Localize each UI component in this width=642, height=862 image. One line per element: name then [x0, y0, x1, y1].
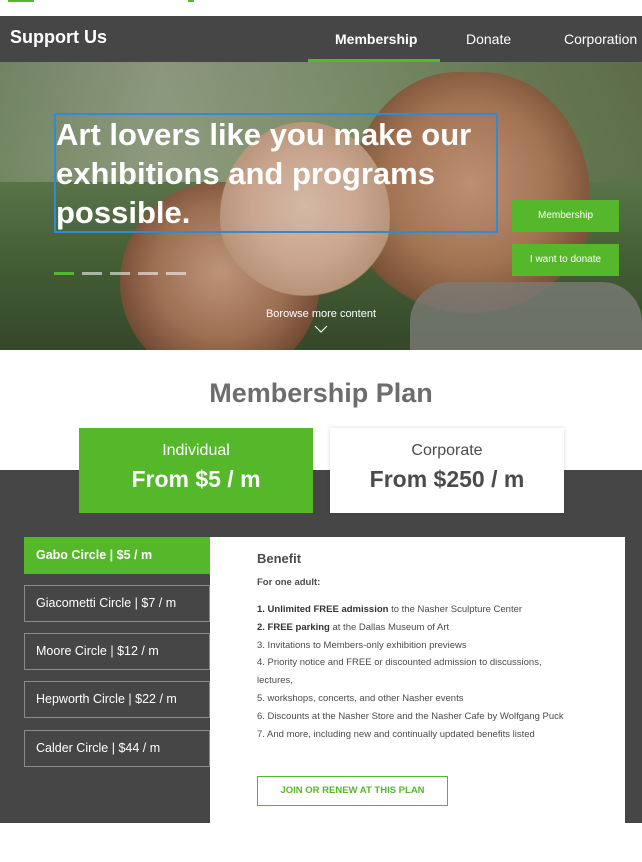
circle-price: $5 / m	[116, 548, 153, 562]
hero-banner: Art lovers like you make our exhibitions…	[0, 62, 642, 350]
tab-corporation[interactable]: Corporation	[564, 31, 637, 47]
circle-price: $7 / m	[141, 596, 177, 610]
membership-button[interactable]: Membership	[512, 200, 619, 232]
plan-card-label: Individual	[162, 442, 230, 459]
benefit-list: 1. Unlimited FREE admission to the Nashe…	[257, 601, 577, 743]
circle-name: Moore Circle	[36, 644, 107, 658]
circle-price: $44 / m	[118, 741, 161, 755]
circle-name: Calder Circle	[36, 741, 109, 755]
carousel-dot[interactable]	[138, 272, 158, 275]
circle-item-hepworth[interactable]: Hepworth Circle | $22 / m	[24, 681, 210, 718]
circle-price: $12 / m	[117, 644, 159, 658]
plan-card-label: Corporate	[411, 442, 483, 459]
plan-card-price: From $5 / m	[131, 466, 261, 492]
carousel-dot[interactable]	[82, 272, 102, 275]
circle-price: $22 / m	[135, 692, 177, 706]
circle-item-moore[interactable]: Moore Circle | $12 / m	[24, 633, 210, 670]
benefit-item: 4. Priority notice and FREE or discounte…	[257, 657, 542, 687]
hero-headline: Art lovers like you make our exhibitions…	[56, 117, 472, 230]
benefit-item: 1. Unlimited FREE admission to the Nashe…	[257, 604, 523, 615]
circle-name: Hepworth Circle	[36, 692, 125, 706]
carousel-indicators	[54, 272, 186, 275]
benefit-item: 3. Invitations to Members-only exhibitio…	[257, 639, 467, 651]
donate-button[interactable]: I want to donate	[512, 244, 619, 276]
circle-item-giacometti[interactable]: Giacometti Circle | $7 / m	[24, 585, 210, 622]
benefit-item: 6. Discounts at the Nasher Store and the…	[257, 710, 564, 722]
circle-name: Giacometti Circle	[36, 596, 132, 610]
plan-card-corporate[interactable]: Corporate From $250 / m	[330, 428, 564, 513]
logo-fragment	[8, 0, 34, 2]
join-renew-button[interactable]: JOIN OR RENEW AT THIS PLAN	[257, 776, 448, 806]
membership-plan-heading: Membership Plan	[209, 378, 433, 408]
tab-donate[interactable]: Donate	[466, 31, 511, 47]
plan-card-individual[interactable]: Individual From $5 / m	[79, 428, 313, 513]
carousel-dot[interactable]	[54, 272, 74, 275]
tab-membership[interactable]: Membership	[335, 31, 417, 47]
plan-card-price: From $250 / m	[369, 466, 525, 492]
circle-name: Gabo Circle	[36, 548, 107, 562]
carousel-dot[interactable]	[110, 272, 130, 275]
benefit-panel: Benefit For one adult: 1. Unlimited FREE…	[210, 537, 625, 823]
chevron-down-icon[interactable]	[314, 324, 328, 334]
carousel-dot[interactable]	[166, 272, 186, 275]
section-nav: Support Us Membership Donate Corporation	[0, 16, 642, 62]
top-strip	[0, 0, 642, 16]
circle-item-gabo[interactable]: Gabo Circle | $5 / m	[24, 537, 210, 574]
benefit-subtitle: For one adult:	[257, 577, 321, 588]
browse-more-link[interactable]: Borowse more content	[0, 308, 642, 320]
page-title: Support Us	[10, 27, 107, 47]
benefit-item: 7. And more, including new and continual…	[257, 728, 535, 740]
benefit-item: 2. FREE parking at the Dallas Museum of …	[257, 621, 450, 633]
circle-item-calder[interactable]: Calder Circle | $44 / m	[24, 730, 210, 767]
benefit-item: 5. workshops, concerts, and other Nasher…	[257, 692, 464, 704]
benefit-title: Benefit	[257, 551, 302, 566]
logo-fragment-accent	[188, 0, 194, 2]
